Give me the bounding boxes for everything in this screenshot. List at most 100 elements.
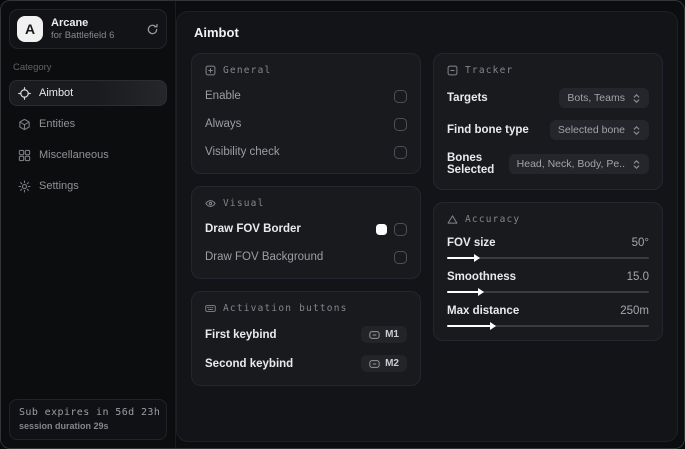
sub-expiry-text: Sub expires in 56d 23h [19, 407, 161, 418]
keybind-value: M1 [385, 329, 399, 340]
smoothness-slider[interactable] [447, 288, 649, 296]
app-name: Arcane [51, 16, 89, 29]
setting-row: First keybind M1 [205, 326, 407, 343]
dropdown-value: Head, Neck, Body, Pe.. [516, 158, 625, 170]
card-header-label: General [223, 65, 272, 76]
first-keybind-button[interactable]: M1 [361, 326, 407, 343]
setting-label: Targets [447, 92, 488, 104]
main-panel: Aimbot General Enable Always Visibility … [176, 11, 678, 442]
slider-label: FOV size [447, 237, 496, 249]
sidebar-item-entities[interactable]: Entities [9, 111, 167, 137]
sidebar-nav: Aimbot Entities Miscellaneous Settings [9, 80, 167, 199]
activation-buttons-card: Activation buttons First keybind M1 Seco… [191, 291, 421, 386]
sidebar: A Arcane for Battlefield 6 Category Aimb… [1, 1, 176, 448]
card-header-label: Visual [223, 198, 265, 209]
slider-value: 50° [631, 237, 649, 249]
category-label: Category [13, 62, 52, 73]
slider-label: Max distance [447, 305, 520, 317]
targets-dropdown[interactable]: Bots, Teams [559, 88, 649, 108]
setting-label: First keybind [205, 328, 277, 341]
bones-selected-dropdown[interactable]: Head, Neck, Body, Pe.. [508, 154, 649, 174]
refresh-icon[interactable] [146, 23, 159, 36]
setting-row: Enable [205, 88, 407, 104]
card-header-label: Activation buttons [223, 303, 348, 314]
always-checkbox[interactable] [394, 117, 407, 131]
slider-fill [447, 254, 481, 262]
sidebar-item-miscellaneous[interactable]: Miscellaneous [9, 142, 167, 168]
visual-card: Visual Draw FOV Border Draw FOV Backgrou… [191, 186, 421, 279]
sidebar-item-label: Entities [39, 118, 76, 130]
mouse-button-icon [369, 330, 380, 339]
setting-row: Draw FOV Background [205, 249, 407, 265]
chevron-up-down-icon [632, 125, 641, 136]
setting-row: Always [205, 116, 407, 132]
max-distance-slider-group: Max distance 250m [447, 305, 649, 330]
slider-fill [447, 288, 485, 296]
crosshair-icon [18, 86, 31, 100]
setting-label: Draw FOV Background [205, 251, 324, 263]
sidebar-item-label: Aimbot [39, 87, 74, 99]
slider-fill [447, 322, 497, 330]
setting-row: Visibility check [205, 144, 407, 160]
sidebar-item-settings[interactable]: Settings [9, 173, 167, 199]
setting-row: Find bone type Selected bone [447, 120, 649, 140]
grid-icon [18, 149, 31, 162]
setting-label: Draw FOV Border [205, 223, 301, 235]
setting-label: Second keybind [205, 357, 294, 370]
dropdown-value: Bots, Teams [567, 92, 625, 104]
fov-size-slider[interactable] [447, 254, 649, 262]
general-card: General Enable Always Visibility check [191, 53, 421, 174]
chevron-up-down-icon [632, 159, 641, 170]
setting-label: Bones Selected [447, 152, 495, 176]
cube-icon [18, 118, 31, 131]
app-subtitle: for Battlefield 6 [51, 30, 115, 42]
page-title: Aimbot [194, 25, 239, 40]
enable-checkbox[interactable] [394, 89, 407, 103]
accuracy-card: Accuracy FOV size 50° Smoothness 15.0 Ma… [433, 202, 663, 341]
card-header-label: Accuracy [465, 214, 521, 225]
slider-value: 15.0 [626, 271, 649, 283]
keyboard-icon [205, 303, 216, 314]
triangle-icon [447, 214, 458, 225]
app-titles: Arcane for Battlefield 6 [51, 17, 114, 41]
setting-label: Enable [205, 90, 241, 102]
sidebar-item-label: Miscellaneous [39, 149, 109, 161]
mouse-button-icon [369, 359, 380, 368]
setting-row: Bones Selected Head, Neck, Body, Pe.. [447, 152, 649, 176]
eye-icon [205, 198, 216, 209]
sidebar-item-label: Settings [39, 180, 79, 192]
smoothness-slider-group: Smoothness 15.0 [447, 271, 649, 296]
setting-label: Visibility check [205, 146, 280, 158]
app-window: A Arcane for Battlefield 6 Category Aimb… [0, 0, 685, 449]
session-duration-text: session duration 29s [19, 421, 109, 431]
slider-label: Smoothness [447, 271, 517, 283]
left-column: General Enable Always Visibility check V… [191, 53, 421, 386]
visibility-check-checkbox[interactable] [394, 145, 407, 159]
app-logo-card: A Arcane for Battlefield 6 [9, 9, 167, 49]
chevron-up-down-icon [632, 93, 641, 104]
setting-row: Targets Bots, Teams [447, 88, 649, 108]
draw-fov-border-checkbox[interactable] [394, 222, 407, 236]
viewfinder-icon [205, 65, 216, 76]
second-keybind-button[interactable]: M2 [361, 355, 407, 372]
fov-size-slider-group: FOV size 50° [447, 237, 649, 262]
fov-border-color-swatch[interactable] [376, 223, 387, 235]
find-bone-type-dropdown[interactable]: Selected bone [549, 120, 649, 140]
dropdown-value: Selected bone [557, 124, 625, 136]
keybind-value: M2 [385, 358, 399, 369]
slider-value: 250m [620, 305, 649, 317]
tracker-card: Tracker Targets Bots, Teams Find bone ty… [433, 53, 663, 190]
setting-label: Always [205, 118, 242, 130]
draw-fov-background-checkbox[interactable] [394, 250, 407, 264]
setting-row: Second keybind M2 [205, 355, 407, 372]
gear-icon [18, 179, 31, 193]
square-minus-icon [447, 65, 458, 76]
app-logo: A [17, 16, 43, 42]
setting-label: Find bone type [447, 124, 529, 136]
card-header-label: Tracker [465, 65, 514, 76]
subscription-status: Sub expires in 56d 23h session duration … [9, 399, 167, 440]
max-distance-slider[interactable] [447, 322, 649, 330]
setting-row: Draw FOV Border [205, 221, 407, 237]
sidebar-item-aimbot[interactable]: Aimbot [9, 80, 167, 106]
right-column: Tracker Targets Bots, Teams Find bone ty… [433, 53, 663, 341]
